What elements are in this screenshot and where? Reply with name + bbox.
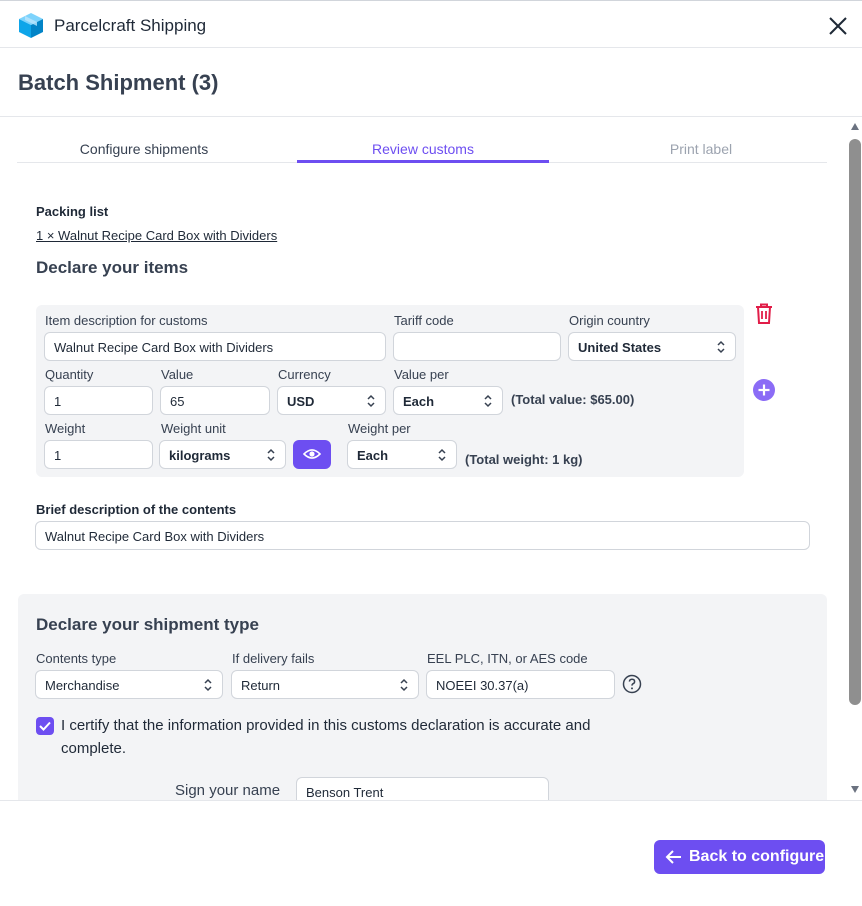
currency-select[interactable]: USD xyxy=(277,386,386,415)
scrollbar-thumb[interactable] xyxy=(849,139,861,705)
tab-configure-shipments[interactable]: Configure shipments xyxy=(17,141,271,157)
add-item-icon[interactable] xyxy=(753,379,775,401)
page-title: Batch Shipment (3) xyxy=(18,70,219,95)
delivery-fails-select[interactable]: Return xyxy=(231,670,419,699)
currency-label: Currency xyxy=(278,367,331,382)
item-card: Item description for customs Tariff code… xyxy=(36,305,744,477)
weight-unit-value: kilograms xyxy=(169,448,231,463)
chevron-updown-icon xyxy=(400,678,408,692)
delivery-fails-value: Return xyxy=(241,678,281,693)
tariff-code-input[interactable] xyxy=(393,332,561,361)
chevron-updown-icon xyxy=(717,340,725,354)
tab-bar: Configure shipments Review customs Print… xyxy=(17,137,827,163)
total-weight-text: (Total weight: 1 kg) xyxy=(465,452,583,467)
title-bar: Parcelcraft Shipping xyxy=(0,0,862,48)
chevron-updown-icon xyxy=(204,678,212,692)
scroll-down-arrow-icon[interactable] xyxy=(850,784,860,794)
chevron-updown-icon xyxy=(438,448,446,462)
value-per-value: Each xyxy=(403,394,435,409)
value-per-label: Value per xyxy=(394,367,449,382)
page-header: Batch Shipment (3) xyxy=(0,48,862,117)
weight-input[interactable]: 1 xyxy=(44,440,153,469)
quantity-input[interactable]: 1 xyxy=(44,386,153,415)
sign-name-label: Sign your name xyxy=(175,782,281,799)
footer: Back to configure xyxy=(0,800,862,906)
active-tab-indicator xyxy=(297,160,549,163)
packing-list-label: Packing list xyxy=(36,204,109,219)
weight-per-label: Weight per xyxy=(348,421,411,436)
tab-review-customs[interactable]: Review customs xyxy=(297,141,549,157)
delivery-fails-label: If delivery fails xyxy=(232,651,315,666)
scroll-up-arrow-icon[interactable] xyxy=(850,122,860,132)
weight-unit-select[interactable]: kilograms xyxy=(159,440,286,469)
close-icon[interactable] xyxy=(826,14,850,38)
brief-description-input[interactable]: Walnut Recipe Card Box with Dividers xyxy=(35,521,810,550)
help-icon[interactable] xyxy=(622,674,642,694)
currency-value: USD xyxy=(287,394,315,409)
sign-name-input[interactable]: Benson Trent xyxy=(296,777,549,800)
back-to-configure-button[interactable]: Back to configure xyxy=(654,840,825,874)
quantity-label: Quantity xyxy=(45,367,94,382)
weight-visibility-button[interactable] xyxy=(293,440,331,469)
weight-unit-label: Weight unit xyxy=(161,421,226,436)
packing-list-item-link[interactable]: 1 × Walnut Recipe Card Box with Dividers xyxy=(36,228,277,243)
value-per-select[interactable]: Each xyxy=(393,386,503,415)
declare-items-heading: Declare your items xyxy=(36,258,189,277)
eel-code-input[interactable]: NOEEI 30.37(a) xyxy=(426,670,615,699)
eye-icon xyxy=(303,449,321,459)
contents-type-label: Contents type xyxy=(36,651,117,666)
app-title: Parcelcraft Shipping xyxy=(54,16,207,35)
shipment-type-heading: Declare your shipment type xyxy=(36,615,259,634)
scrollbar[interactable] xyxy=(848,117,862,800)
back-button-label: Back to configure xyxy=(689,848,825,865)
tariff-code-label: Tariff code xyxy=(394,313,454,328)
value-input[interactable]: 65 xyxy=(160,386,270,415)
certify-checkbox[interactable] xyxy=(36,717,54,735)
arrow-left-icon xyxy=(665,850,681,864)
contents-type-value: Merchandise xyxy=(45,678,120,693)
box-icon xyxy=(19,13,43,38)
weight-per-value: Each xyxy=(357,448,389,463)
certify-text: I certify that the information provided … xyxy=(61,717,591,757)
checkmark-icon xyxy=(39,721,51,731)
weight-label: Weight xyxy=(45,421,86,436)
origin-country-select[interactable]: United States xyxy=(568,332,736,361)
tab-print-label[interactable]: Print label xyxy=(575,141,827,157)
weight-per-select[interactable]: Each xyxy=(347,440,457,469)
origin-country-value: United States xyxy=(578,340,662,355)
item-description-label: Item description for customs xyxy=(45,313,208,328)
origin-country-label: Origin country xyxy=(569,313,650,328)
brief-description-label: Brief description of the contents xyxy=(36,502,237,517)
chevron-updown-icon xyxy=(267,448,275,462)
content-area: Configure shipments Review customs Print… xyxy=(0,117,848,800)
item-description-input[interactable]: Walnut Recipe Card Box with Dividers xyxy=(44,332,386,361)
value-label: Value xyxy=(161,367,194,382)
total-value-text: (Total value: $65.00) xyxy=(511,392,635,407)
trash-icon[interactable] xyxy=(753,302,775,326)
shipment-type-card: Declare your shipment type Contents type… xyxy=(18,594,827,800)
contents-type-select[interactable]: Merchandise xyxy=(35,670,223,699)
chevron-updown-icon xyxy=(367,394,375,408)
eel-code-label: EEL PLC, ITN, or AES code xyxy=(427,651,588,666)
chevron-updown-icon xyxy=(484,394,492,408)
